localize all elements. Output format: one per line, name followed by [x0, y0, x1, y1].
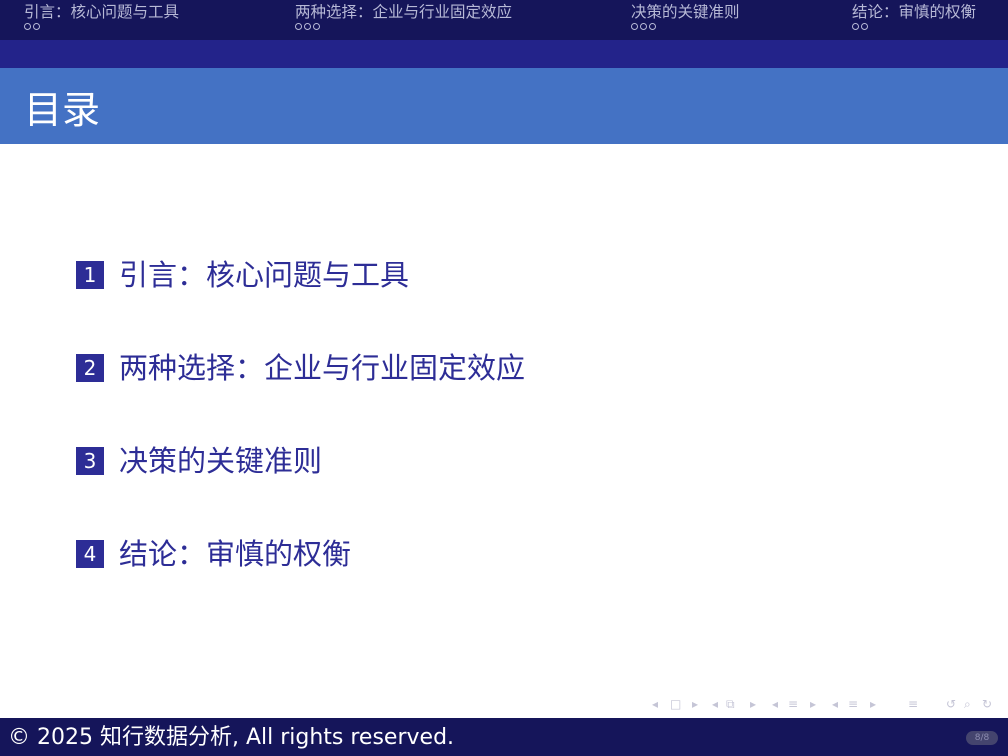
arrow-right-icon[interactable]: ▸ [750, 695, 756, 713]
arrow-right-icon[interactable]: ▸ [692, 695, 698, 713]
arrow-right-icon[interactable]: ▸ [870, 695, 876, 713]
nav-section-4[interactable]: 结论：审慎的权衡 [852, 2, 976, 30]
slide-dot[interactable] [33, 23, 40, 30]
toc-label: 两种选择：企业与行业固定效应 [119, 351, 526, 385]
copyright-text: © 2025 知行数据分析, All rights reserved. [8, 725, 455, 750]
slide-dot[interactable] [313, 23, 320, 30]
nav-dots [852, 23, 976, 30]
slide-dot[interactable] [295, 23, 302, 30]
toc-label: 引言：核心问题与工具 [119, 258, 410, 292]
toc-number: 4 [76, 540, 104, 568]
nav-section-label: 结论：审慎的权衡 [852, 3, 977, 21]
slide-dot[interactable] [640, 23, 647, 30]
document-icon[interactable]: ≡ [908, 695, 918, 713]
footer: © 2025 知行数据分析, All rights reserved. 8/8 [0, 718, 1008, 756]
slide-dot[interactable] [304, 23, 311, 30]
arrow-left-icon[interactable]: ◂ [832, 695, 838, 713]
section-navigation: 引言：核心问题与工具 两种选择：企业与行业固定效应 决策的关键准则 结论：审慎的… [0, 0, 1008, 40]
back-icon[interactable]: ↺ [946, 695, 956, 713]
toc-number: 1 [76, 261, 104, 289]
arrow-left-icon[interactable]: ◂ [772, 695, 778, 713]
search-icon[interactable]: ⌕ [964, 695, 971, 713]
page-title: 目录 [24, 88, 101, 132]
toc-number: 2 [76, 354, 104, 382]
arrow-left-icon[interactable]: ◂ [652, 695, 658, 713]
toc-item-3[interactable]: 3 决策的关键准则 [76, 441, 322, 481]
nav-dots [295, 23, 512, 30]
frame-title-bar: 目录 [0, 68, 1008, 144]
frame-icon[interactable]: □ [670, 695, 681, 713]
nav-dots [24, 23, 179, 30]
slide-dot[interactable] [649, 23, 656, 30]
nav-section-2[interactable]: 两种选择：企业与行业固定效应 [295, 2, 512, 30]
nav-section-3[interactable]: 决策的关键准则 [631, 2, 740, 30]
toc-label: 结论：审慎的权衡 [119, 537, 352, 571]
slide-dot[interactable] [861, 23, 868, 30]
arrow-right-icon[interactable]: ▸ [810, 695, 816, 713]
nav-section-1[interactable]: 引言：核心问题与工具 [24, 2, 179, 30]
arrow-left-icon[interactable]: ◂ [712, 695, 718, 713]
toc-label: 决策的关键准则 [119, 444, 323, 478]
toc-item-4[interactable]: 4 结论：审慎的权衡 [76, 534, 351, 574]
slide-dot[interactable] [24, 23, 31, 30]
slide-dot[interactable] [852, 23, 859, 30]
subsection-bar [0, 40, 1008, 68]
nav-section-label: 两种选择：企业与行业固定效应 [295, 3, 513, 21]
toc-number: 3 [76, 447, 104, 475]
forward-icon[interactable]: ↻ [982, 695, 992, 713]
subsection-icon[interactable]: ≡ [788, 695, 798, 713]
page-number-badge: 8/8 [966, 731, 998, 745]
toc-item-1[interactable]: 1 引言：核心问题与工具 [76, 255, 409, 295]
toc-item-2[interactable]: 2 两种选择：企业与行业固定效应 [76, 348, 525, 388]
slide-dot[interactable] [631, 23, 638, 30]
navigation-symbols: ◂ □ ▸ ◂ ⧉ ▸ ◂ ≡ ▸ ◂ ≡ ▸ ≡ ↺ ⌕ ↻ [650, 695, 1002, 713]
slides-icon[interactable]: ⧉ [726, 695, 735, 713]
section-icon[interactable]: ≡ [848, 695, 858, 713]
nav-dots [631, 23, 740, 30]
nav-section-label: 引言：核心问题与工具 [24, 3, 180, 21]
nav-section-label: 决策的关键准则 [631, 3, 740, 21]
